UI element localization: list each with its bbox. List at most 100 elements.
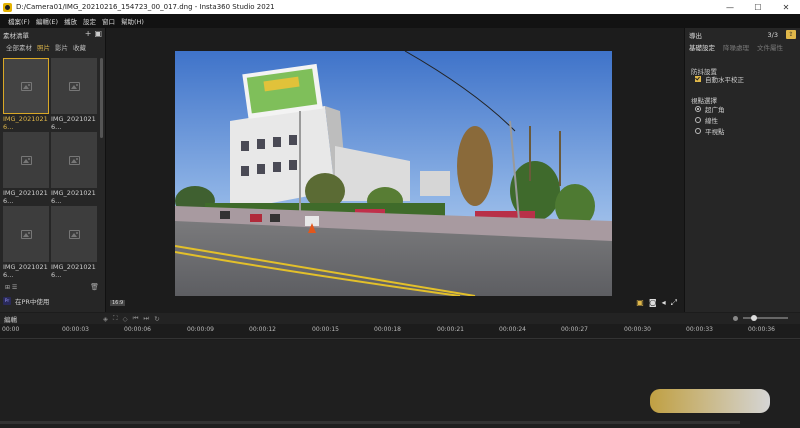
menu-file[interactable]: 檔案(F) <box>8 16 30 26</box>
view-option-linear[interactable]: 線性 <box>695 115 718 125</box>
export-icon[interactable]: ⇪ <box>786 30 796 39</box>
add-media-icon[interactable]: + <box>85 29 92 38</box>
window-title: D:/Camera01/IMG_20210216_154723_00_017.d… <box>16 3 275 11</box>
view-option-level[interactable]: 平視點 <box>695 126 725 136</box>
tick-label: 00:00:18 <box>374 326 401 333</box>
crop-icon[interactable]: ⛶ <box>113 314 118 323</box>
thumbnail-item[interactable]: IMG_2021021 6... <box>3 206 49 279</box>
tick-label: 00:00:33 <box>686 326 713 333</box>
thumbnail-item[interactable]: IMG_2021021 6... <box>3 132 49 205</box>
watermark-logo <box>650 389 770 413</box>
timeline-ruler[interactable]: 00:00 00:00:03 00:00:06 00:00:09 00:00:1… <box>0 324 800 339</box>
keyframe-icon[interactable]: ◈ <box>103 315 108 323</box>
fullscreen-icon[interactable]: ⤢ <box>671 298 677 308</box>
zoom-slider-knob[interactable] <box>751 315 757 321</box>
tick-label: 00:00:30 <box>624 326 651 333</box>
timeline-controls: ◈ ⛶ ◇ ⏮ ⏭ ↻ <box>103 313 160 324</box>
auto-horizon-label: 自動水平校正 <box>705 76 744 84</box>
tab-all-media[interactable]: 全部素材 <box>6 42 32 52</box>
tick-label: 00:00 <box>2 326 20 333</box>
menu-play[interactable]: 播放 <box>64 16 77 26</box>
export-header: 導出 3/3 ⇪ <box>685 28 800 41</box>
tab-videos[interactable]: 影片 <box>55 42 68 52</box>
menu-bar: 檔案(F) 編輯(E) 播放 設定 窗口 幫助(H) <box>0 14 800 28</box>
maximize-button[interactable]: ☐ <box>744 0 772 14</box>
preview-toolbar: ▣ ◙ ◂ ⤢ <box>636 298 677 308</box>
close-button[interactable]: ✕ <box>772 0 800 14</box>
tab-basic-settings[interactable]: 基礎設定 <box>689 42 715 52</box>
image-placeholder-icon <box>68 229 80 239</box>
tab-favorites[interactable]: 收藏 <box>73 42 86 52</box>
tick-label: 00:00:03 <box>62 326 89 333</box>
use-in-premiere-label: 在PR中使用 <box>15 298 50 306</box>
thumbnail-item[interactable]: IMG_2021021 6... <box>51 58 97 131</box>
camera-icon[interactable]: ◙ <box>649 298 657 308</box>
tick-label: 00:00:24 <box>499 326 526 333</box>
view-option-label: 平視點 <box>705 128 725 136</box>
view-option-ultrawide[interactable]: 超广角 <box>695 104 725 114</box>
tick-label: 00:00:15 <box>312 326 339 333</box>
thumbnail-label: IMG_2021021 6... <box>3 115 48 131</box>
app-logo-icon <box>3 2 12 12</box>
zoom-slider[interactable] <box>743 315 788 321</box>
menu-edit[interactable]: 編輯(E) <box>36 16 58 26</box>
image-placeholder-icon <box>20 229 32 239</box>
tab-photos[interactable]: 照片 <box>37 42 50 52</box>
timeline-header: 編輯 ◈ ⛶ ◇ ⏮ ⏭ ↻ <box>0 313 800 324</box>
thumbnail-item[interactable]: IMG_2021021 6... <box>3 58 49 131</box>
skip-end-icon[interactable]: ⏭ <box>143 314 149 323</box>
settings-tabs: 基礎設定 降噪處理 文件屬性 <box>685 41 800 53</box>
media-library-title: 素材清單 <box>3 31 29 40</box>
menu-window[interactable]: 窗口 <box>102 16 115 26</box>
tick-label: 00:00:36 <box>748 326 775 333</box>
marker-icon[interactable]: ◇ <box>123 315 128 323</box>
radio-selected-icon <box>695 106 701 112</box>
timeline-title: 編輯 <box>4 315 17 324</box>
image-placeholder-icon <box>68 81 80 91</box>
auto-horizon-checkbox[interactable]: 自動水平校正 <box>695 74 744 84</box>
media-library-panel: 素材清單 + ▣ 全部素材 照片 影片 收藏 IMG_2021021 6... I… <box>0 28 106 312</box>
tick-label: 00:00:12 <box>249 326 276 333</box>
image-placeholder-icon <box>20 155 32 165</box>
thumbnail-label: IMG_2021021 6... <box>3 189 48 205</box>
tick-label: 00:00:27 <box>561 326 588 333</box>
folder-icon[interactable]: ▣ <box>94 29 102 38</box>
menu-settings[interactable]: 設定 <box>83 16 96 26</box>
loop-icon[interactable]: ↻ <box>154 315 159 323</box>
thumbnail-item[interactable]: IMG_2021021 6... <box>51 206 97 279</box>
title-bar: D:/Camera01/IMG_20210216_154723_00_017.d… <box>0 0 800 14</box>
menu-help[interactable]: 幫助(H) <box>121 16 144 26</box>
view-mode-icons[interactable]: ⊞ ☰ <box>5 284 17 291</box>
media-tabs: 全部素材 照片 影片 收藏 <box>0 41 105 52</box>
media-scrollbar[interactable] <box>100 58 103 138</box>
street-photo <box>175 51 612 296</box>
thumbnail-label: IMG_2021021 6... <box>51 189 96 205</box>
thumbnail-item[interactable]: IMG_2021021 6... <box>51 132 97 205</box>
tab-file-properties[interactable]: 文件屬性 <box>757 42 783 52</box>
use-in-premiere-button[interactable]: Pr 在PR中使用 <box>3 296 49 306</box>
tab-denoise[interactable]: 降噪處理 <box>723 42 749 52</box>
view-option-label: 超广角 <box>705 106 725 114</box>
volume-icon[interactable]: ◂ <box>662 298 666 308</box>
zoom-out-icon[interactable] <box>733 316 738 321</box>
preview-image[interactable] <box>175 51 612 296</box>
tick-label: 00:00:21 <box>437 326 464 333</box>
tick-label: 00:00:06 <box>124 326 151 333</box>
skip-start-icon[interactable]: ⏮ <box>133 314 139 323</box>
timeline-tracks[interactable] <box>0 340 800 428</box>
view-option-label: 線性 <box>705 117 718 125</box>
preview-area: 16:9 ▣ ◙ ◂ ⤢ <box>107 28 683 312</box>
minimize-button[interactable]: — <box>716 0 744 14</box>
media-library-header: 素材清單 + ▣ <box>0 28 105 41</box>
screenshot-icon[interactable]: ▣ <box>636 298 644 308</box>
export-title: 導出 <box>689 31 702 40</box>
thumbnail-label: IMG_2021021 6... <box>51 115 96 131</box>
premiere-icon: Pr <box>3 297 11 305</box>
aspect-ratio-tag[interactable]: 16:9 <box>110 300 126 306</box>
trash-icon[interactable]: 🗑 <box>90 283 99 291</box>
window-controls: — ☐ ✕ <box>716 0 800 14</box>
tick-label: 00:00:09 <box>187 326 214 333</box>
checkbox-checked-icon <box>695 76 701 82</box>
timeline-scrollbar[interactable] <box>0 421 740 424</box>
thumbnail-label: IMG_2021021 6... <box>51 263 96 279</box>
